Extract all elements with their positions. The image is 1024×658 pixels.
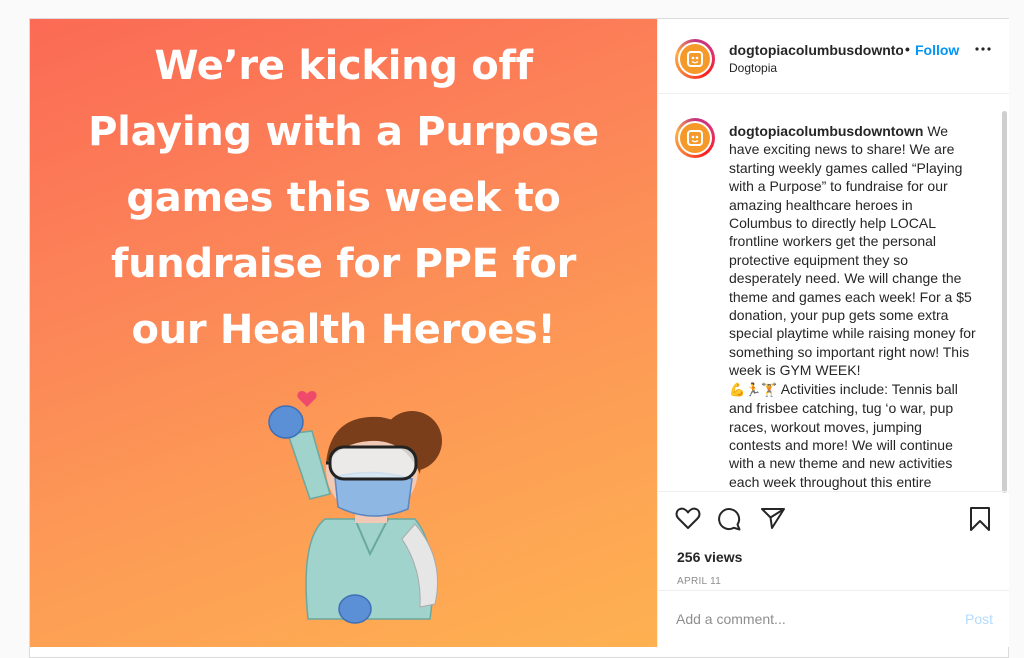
comments-scrollbar[interactable]	[1002, 111, 1007, 493]
caption-avatar[interactable]	[675, 118, 715, 158]
gym-emojis: 💪🏃🏋	[729, 381, 778, 397]
caption-username-link[interactable]: dogtopiacolumbusdowntown	[729, 123, 923, 139]
post-header: dogtopiacolumbusdowntown • Follow Dogtop…	[658, 19, 1009, 94]
comment-input[interactable]	[676, 609, 946, 629]
view-count[interactable]: 256 views	[677, 549, 742, 565]
instagram-post: We’re kicking off Playing with a Purpose…	[29, 18, 1009, 658]
like-heart-icon[interactable]	[675, 506, 701, 530]
post-date: APRIL 11	[677, 576, 722, 587]
header-username-link[interactable]: dogtopiacolumbusdowntown	[729, 42, 903, 58]
post-comment-button[interactable]: Post	[965, 611, 993, 627]
headline-line: Playing with a Purpose	[88, 109, 599, 155]
post-image[interactable]: We’re kicking off Playing with a Purpose…	[30, 19, 657, 647]
post-details-panel: dogtopiacolumbusdowntown • Follow Dogtop…	[657, 19, 1009, 647]
avatar[interactable]	[675, 39, 715, 79]
more-options-icon[interactable]	[975, 47, 991, 51]
caption-text-continued: Activities include: Tennis ball and fris…	[729, 380, 958, 490]
image-headline: We’re kicking off Playing with a Purpose…	[30, 33, 657, 363]
comments-section[interactable]: dogtopiacolumbusdowntown We have excitin…	[658, 95, 1009, 491]
headline-line: fundraise for PPE for	[110, 241, 576, 287]
dogtopia-logo-icon	[680, 44, 710, 74]
headline-line: our Health Heroes!	[131, 307, 556, 353]
post-caption: dogtopiacolumbusdowntown We have excitin…	[729, 122, 977, 491]
post-actions: 256 views APRIL 11 Post	[658, 491, 1009, 647]
save-bookmark-icon[interactable]	[969, 506, 991, 532]
separator-dot: •	[905, 41, 910, 57]
health-hero-illustration	[268, 391, 442, 624]
add-comment-box: Post	[658, 590, 1009, 648]
headline-line: We’re kicking off	[154, 43, 533, 89]
follow-button[interactable]: Follow	[915, 42, 959, 58]
location-link[interactable]: Dogtopia	[729, 61, 777, 75]
heart-icon	[297, 391, 317, 407]
share-paper-plane-icon[interactable]	[760, 506, 786, 530]
dogtopia-logo-icon	[680, 123, 710, 153]
caption-text: We have exciting news to share! We are s…	[729, 123, 976, 379]
comment-icon[interactable]	[716, 506, 742, 532]
headline-line: games this week to	[126, 175, 561, 221]
